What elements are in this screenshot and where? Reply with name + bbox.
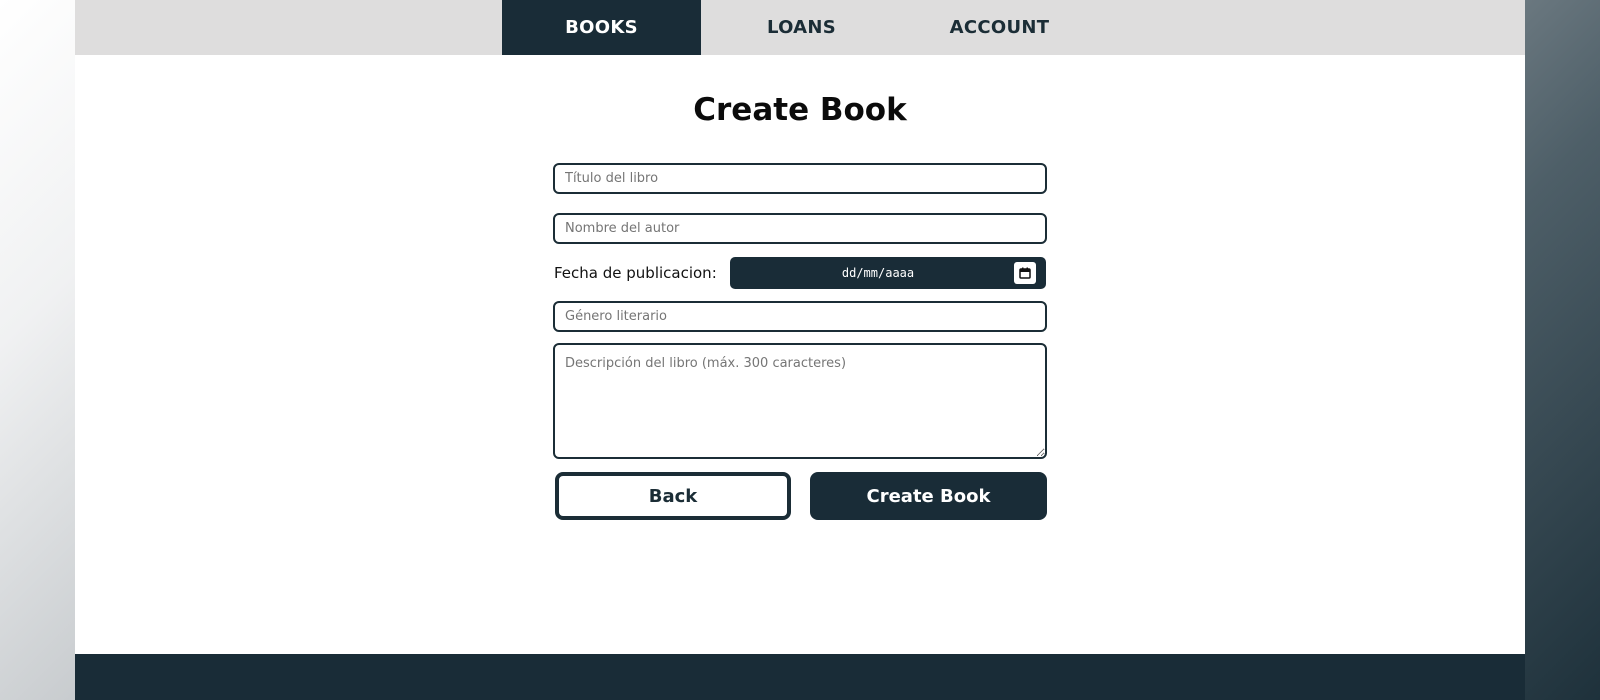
publication-date-label: Fecha de publicacion: [554,264,717,282]
publication-date-input[interactable]: dd/mm/aaaa [730,257,1046,289]
tab-books[interactable]: BOOKS [502,0,701,55]
date-value: dd/mm/aaaa [841,266,915,280]
author-name-input[interactable] [553,213,1047,244]
create-book-button[interactable]: Create Book [810,472,1047,520]
tab-loans[interactable]: LOANS [702,0,901,55]
book-title-input[interactable] [553,163,1047,194]
page-title: Create Book [693,92,907,128]
description-textarea[interactable] [553,343,1047,459]
calendar-icon[interactable] [1014,262,1036,284]
top-navigation: BOOKS LOANS ACCOUNT [75,0,1525,55]
genre-input[interactable] [553,301,1047,332]
tab-account[interactable]: ACCOUNT [900,0,1099,55]
page: BOOKS LOANS ACCOUNT Create Book Fecha de… [75,0,1525,700]
footer [75,654,1525,700]
back-button[interactable]: Back [555,472,791,520]
